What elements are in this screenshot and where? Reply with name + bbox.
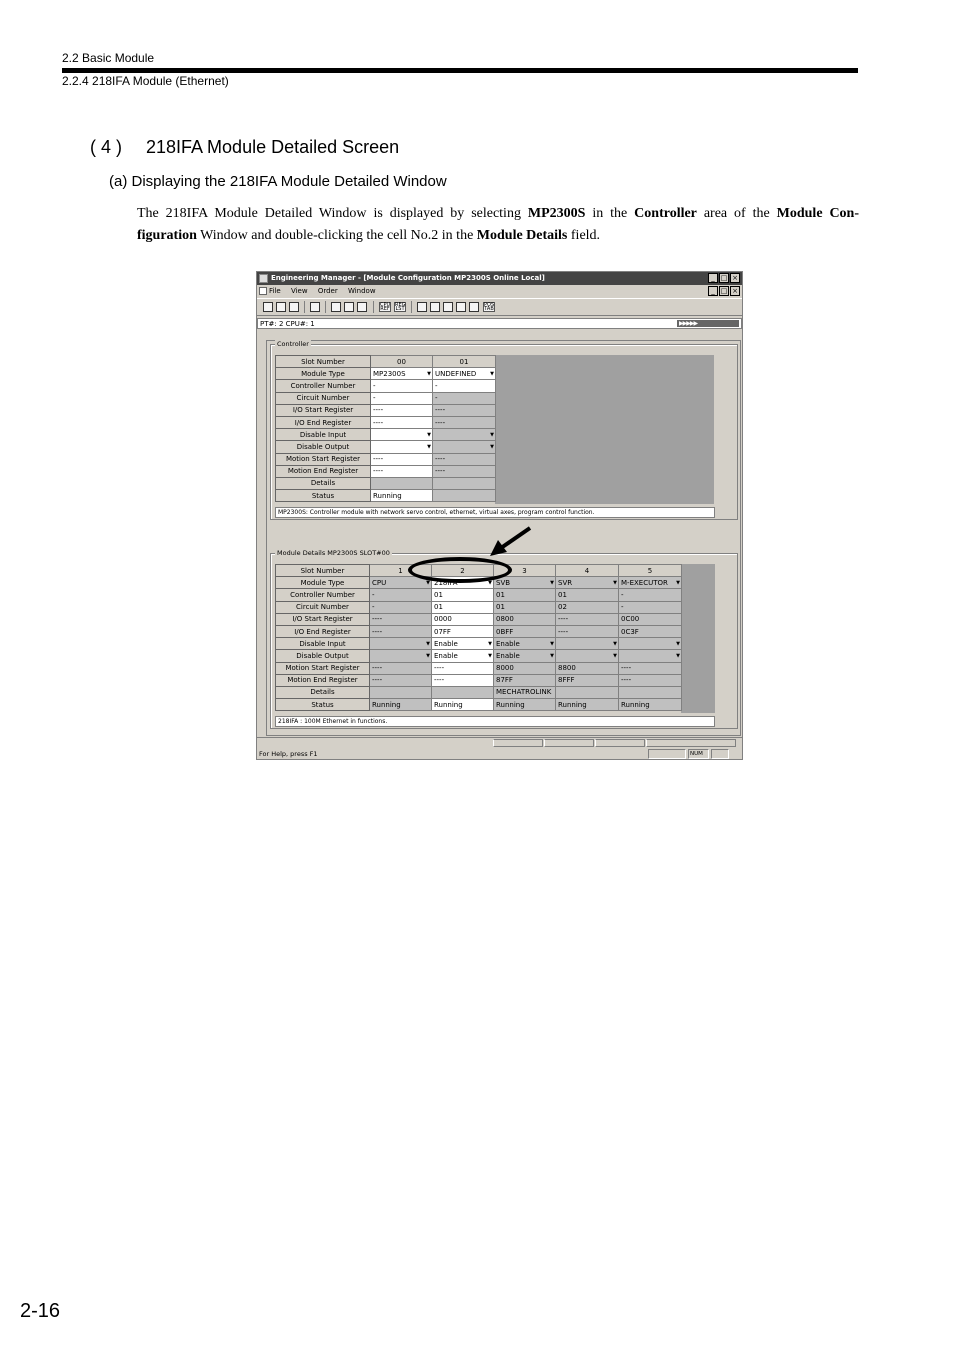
- page-number: 2-16: [20, 1300, 61, 1322]
- callout-arrow-icon: [490, 526, 532, 556]
